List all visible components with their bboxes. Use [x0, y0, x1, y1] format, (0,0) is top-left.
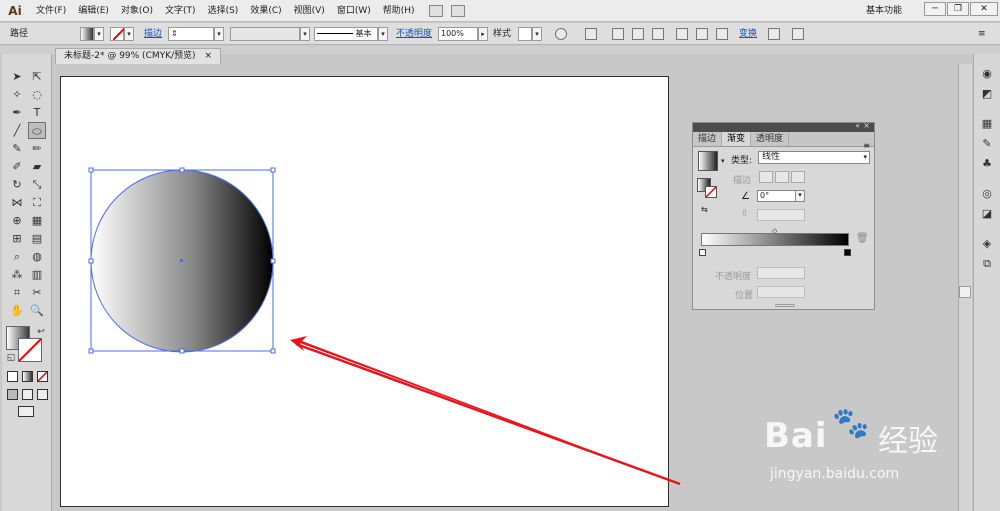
gradient-type-select[interactable]: 线性 ▾ [758, 151, 870, 164]
stroke-across-icon[interactable] [791, 171, 805, 183]
panel-menu-icon[interactable]: ≡ [863, 141, 870, 150]
panel-tabs: 描边 渐变 透明度 ≡ [693, 132, 874, 150]
type-label: 类型: [731, 156, 753, 166]
symbols-panel-icon[interactable]: ♣ [978, 156, 996, 172]
stop-location-label: 位置 [735, 291, 754, 301]
gradient-stop-black[interactable] [844, 249, 851, 256]
layers-panel-icon[interactable]: ◈ [978, 236, 996, 252]
reverse-gradient-icon[interactable]: ⇆ [701, 205, 708, 214]
stop-opacity-input[interactable] [757, 267, 805, 279]
stroke-gradient-label: 描边 [733, 176, 752, 186]
appearance-panel-icon[interactable]: ◪ [978, 206, 996, 222]
stop-location-input[interactable] [757, 286, 805, 298]
chevron-down-icon: ▾ [863, 153, 867, 161]
stroke-along-icon[interactable] [775, 171, 789, 183]
aspect-ratio-input[interactable] [757, 209, 805, 221]
collapse-panel-icon[interactable]: « [855, 121, 860, 130]
stroke-indicator[interactable] [705, 186, 717, 198]
panel-title-bar[interactable]: « × [693, 121, 874, 132]
baidu-watermark: Bai 🐾 经验 jingyan.baidu.com [764, 400, 994, 500]
tab-stroke[interactable]: 描边 [693, 132, 723, 146]
no-stroke-icon [705, 186, 717, 198]
artboards-panel-icon[interactable]: ⧉ [978, 256, 996, 272]
paw-icon: 🐾 [832, 406, 870, 441]
panel-resize-grip[interactable] [775, 304, 795, 307]
gradient-stop-white[interactable] [699, 249, 706, 256]
gradient-panel: « × 描边 渐变 透明度 ≡ ▾ 类型: 线性 ▾ 描边 ⇆ ∠ 0° ▾ ⇳… [692, 121, 875, 310]
graphic-styles-icon[interactable]: ◎ [978, 186, 996, 202]
stroke-within-icon[interactable] [759, 171, 773, 183]
scrollbar-thumb[interactable] [959, 286, 971, 298]
angle-dropdown[interactable]: ▾ [795, 190, 805, 202]
aspect-ratio-icon: ⇳ [741, 209, 749, 219]
red-arrow-shaft [295, 342, 681, 486]
swatches-panel-icon[interactable]: ▦ [978, 116, 996, 132]
delete-stop-icon[interactable]: 🗑 [856, 233, 869, 244]
close-panel-icon[interactable]: × [863, 121, 870, 130]
tab-gradient[interactable]: 渐变 [722, 132, 752, 146]
brushes-panel-icon[interactable]: ✎ [978, 136, 996, 152]
watermark-url: jingyan.baidu.com [770, 466, 900, 482]
gradient-preview-swatch[interactable] [698, 151, 718, 171]
watermark-suffix: 经验 [878, 424, 938, 459]
tab-transparency[interactable]: 透明度 [751, 132, 790, 146]
color-panel-icon[interactable]: ◉ [978, 66, 996, 82]
gradient-slider[interactable] [701, 233, 849, 246]
angle-icon: ∠ [741, 191, 750, 202]
gradient-preset-dropdown[interactable]: ▾ [721, 157, 725, 165]
color-guide-icon[interactable]: ◩ [978, 86, 996, 102]
watermark-brand: Bai [764, 416, 828, 456]
angle-value: 0° [760, 191, 770, 200]
gradient-type-value: 线性 [762, 152, 781, 162]
stop-opacity-label: 不透明度 [715, 272, 752, 282]
center-point [180, 259, 183, 262]
